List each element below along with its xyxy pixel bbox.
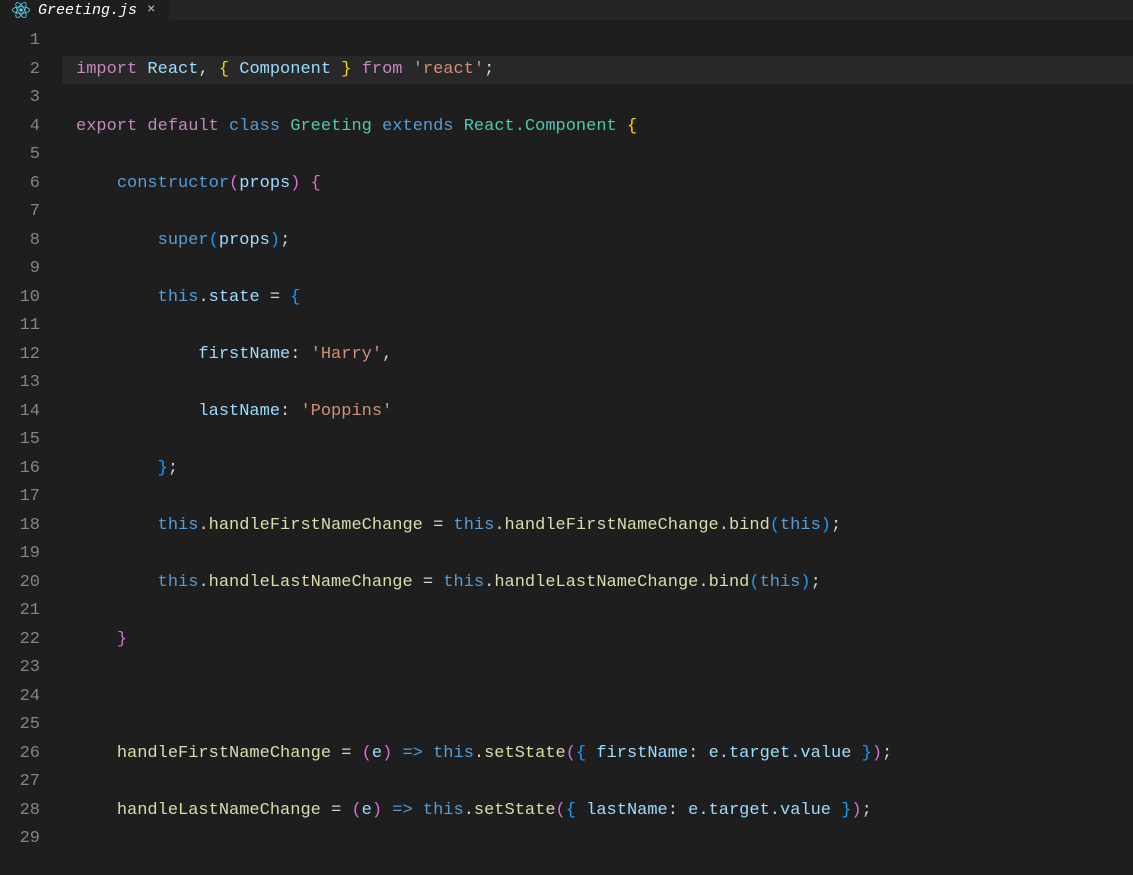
tab-filename: Greeting.js (38, 2, 137, 19)
code-editor[interactable]: 1234567891011121314151617181920212223242… (0, 21, 1133, 875)
line-number: 18 (0, 512, 62, 541)
line-number: 10 (0, 284, 62, 313)
line-number: 5 (0, 141, 62, 170)
line-number: 8 (0, 227, 62, 256)
line-number: 15 (0, 426, 62, 455)
line-number: 21 (0, 597, 62, 626)
line-number: 26 (0, 740, 62, 769)
line-number: 7 (0, 198, 62, 227)
line-number: 28 (0, 797, 62, 826)
line-number: 12 (0, 341, 62, 370)
tab-bar: Greeting.js × (0, 0, 1133, 21)
line-number: 17 (0, 483, 62, 512)
editor-window: Greeting.js × 12345678910111213141516171… (0, 0, 1133, 875)
code-area[interactable]: import React, { Component } from 'react'… (62, 21, 1133, 875)
line-number: 20 (0, 569, 62, 598)
line-number: 3 (0, 84, 62, 113)
line-number: 6 (0, 170, 62, 199)
line-number: 24 (0, 683, 62, 712)
close-icon[interactable]: × (145, 0, 157, 20)
line-number: 27 (0, 768, 62, 797)
line-number: 2 (0, 56, 62, 85)
line-number: 14 (0, 398, 62, 427)
line-number: 13 (0, 369, 62, 398)
line-number: 9 (0, 255, 62, 284)
line-number: 22 (0, 626, 62, 655)
line-number: 29 (0, 825, 62, 854)
line-number: 11 (0, 312, 62, 341)
line-number: 1 (0, 27, 62, 56)
line-number-gutter: 1234567891011121314151617181920212223242… (0, 21, 62, 875)
tab-greeting-js[interactable]: Greeting.js × (0, 0, 170, 20)
line-number: 16 (0, 455, 62, 484)
line-number: 4 (0, 113, 62, 142)
react-icon (12, 1, 30, 19)
line-number: 23 (0, 654, 62, 683)
line-number: 19 (0, 540, 62, 569)
line-number: 25 (0, 711, 62, 740)
